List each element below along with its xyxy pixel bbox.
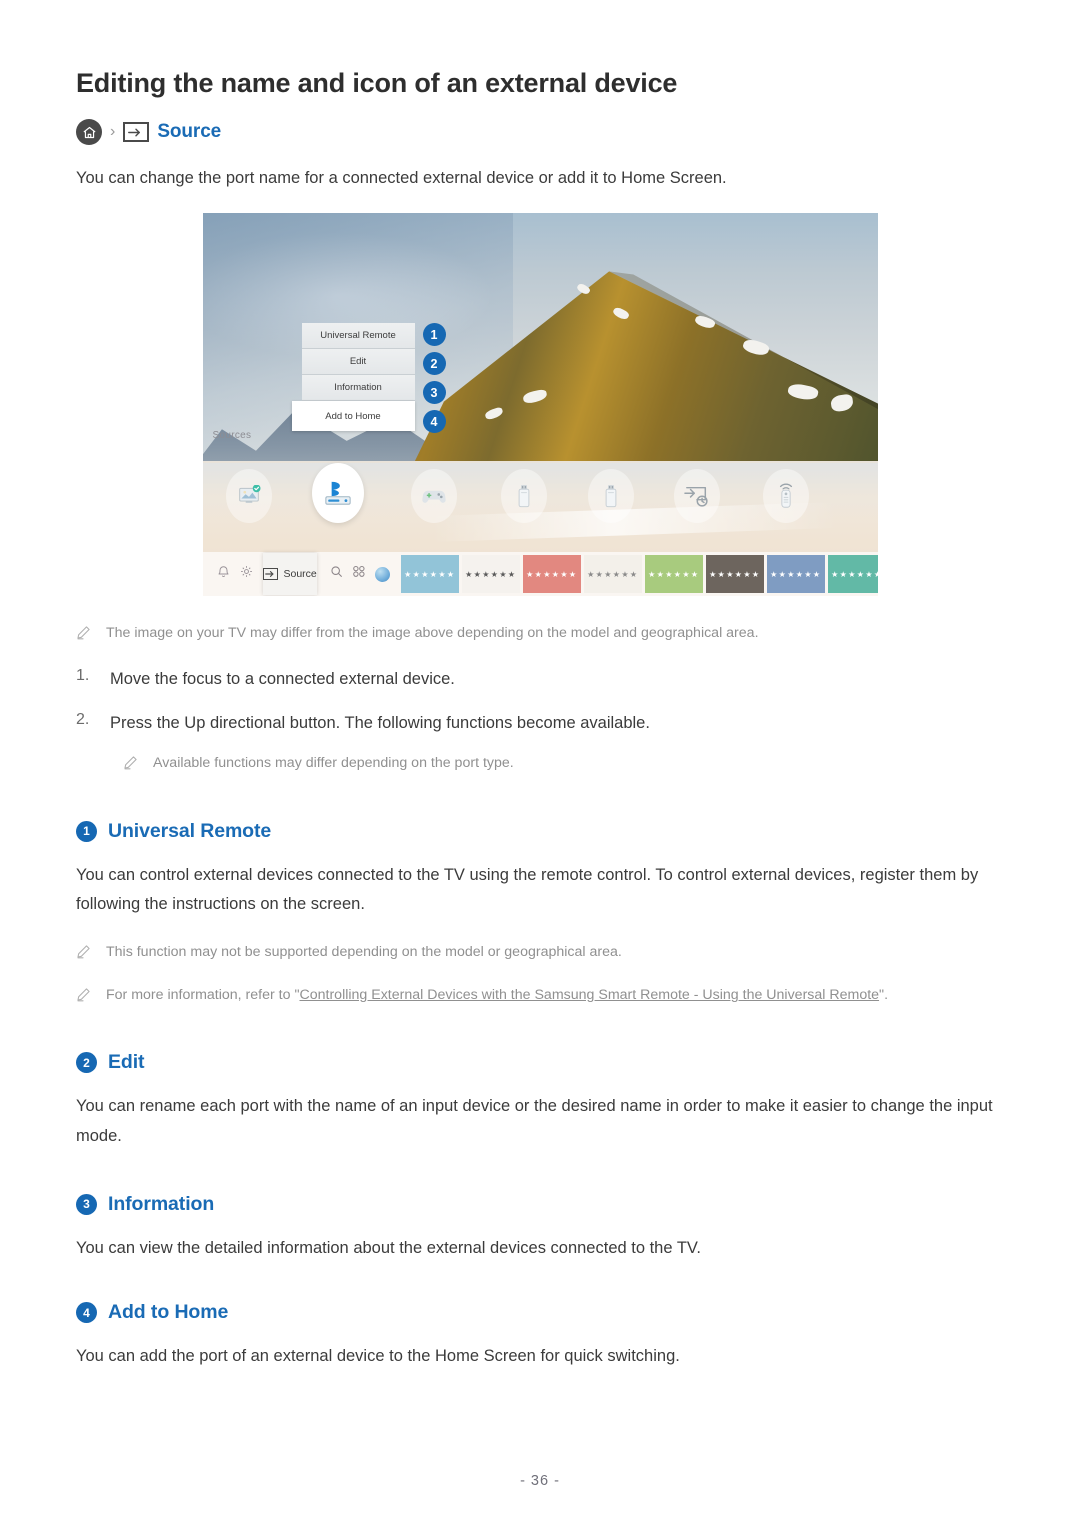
tv-callout-badge-3: 3	[422, 381, 446, 405]
breadcrumb-separator: ›	[110, 123, 116, 140]
section-heading-information: 3 Information	[76, 1193, 1004, 1216]
source-input-icon[interactable]	[123, 122, 150, 142]
tv-app-tile[interactable]: ★★★★★★	[400, 555, 459, 594]
step-number: 2.	[76, 710, 90, 728]
section-title: Information	[108, 1192, 215, 1215]
section-badge: 4	[76, 1302, 97, 1324]
tv-app-tile[interactable]: ★★★★★★	[705, 555, 764, 594]
tv-app-tiles: ★★★★★★ ★★★★★★ ★★★★★★ ★★★★★★ ★★★★★★ ★★★★★…	[400, 555, 878, 594]
section-body-edit: You can rename each port with the name o…	[76, 1097, 993, 1145]
pencil-icon	[76, 941, 93, 964]
tv-source-button[interactable]: Source	[262, 553, 317, 596]
note-more-info: For more information, refer to "Controll…	[76, 984, 1004, 1007]
tv-app-tile[interactable]: ★★★★★★	[583, 555, 642, 594]
tv-app-tile[interactable]: ★★★★★★	[827, 555, 878, 594]
tv-callout-badge-4: 4	[422, 410, 446, 434]
tv-bottom-bar: Source ★★★★★★ ★★★★★★ ★★★★★★ ★★★★★★ ★★★★★…	[202, 552, 878, 597]
step-text: Press the Up directional button. The fol…	[110, 713, 650, 732]
tv-monitor-icon[interactable]	[225, 469, 272, 524]
tv-status-icons	[203, 565, 253, 584]
note-prefix: For more information, refer to "	[106, 987, 300, 1004]
step-item: 1. Move the focus to a connected externa…	[76, 667, 1004, 693]
bluray-player-icon[interactable]	[311, 463, 364, 524]
tv-callout-badge-2: 2	[422, 352, 446, 376]
section-badge: 2	[76, 1052, 97, 1074]
document-page: Editing the name and icon of an external…	[0, 0, 1080, 1527]
section-heading-edit: 2 Edit	[76, 1051, 1004, 1074]
section-title: Add to Home	[108, 1301, 229, 1324]
apps-grid-icon[interactable]	[352, 565, 366, 583]
note-text: Available functions may differ depending…	[153, 754, 514, 771]
screen-mirroring-icon[interactable]	[673, 469, 720, 524]
note-text: This function may not be supported depen…	[106, 944, 622, 961]
tv-sources-label: Sources	[212, 430, 252, 442]
breadcrumb: › Source	[76, 118, 1004, 146]
search-icon[interactable]	[330, 565, 343, 583]
intro-paragraph: You can change the port name for a conne…	[76, 169, 727, 187]
home-icon[interactable]	[76, 119, 102, 145]
usb-drive-icon-2[interactable]	[587, 469, 634, 524]
tv-app-tile[interactable]: ★★★★★★	[522, 555, 581, 594]
step-item: 2. Press the Up directional button. The …	[76, 711, 1004, 737]
tv-screenshot-figure: Sources Universal Remote Edit Informatio…	[202, 213, 878, 597]
tv-callout-badge-1: 1	[422, 323, 446, 347]
usb-drive-icon[interactable]	[500, 469, 547, 524]
tv-app-tile[interactable]: ★★★★★★	[461, 555, 520, 594]
tv-source-device-row	[203, 459, 878, 531]
step-text: Move the focus to a connected external d…	[110, 670, 455, 689]
note-text: The image on your TV may differ from the…	[106, 625, 759, 642]
tv-context-menu: Universal Remote Edit Information Add to…	[291, 323, 415, 432]
note-text-more-info: For more information, refer to "Controll…	[106, 984, 888, 1007]
tv-callout-badges: 1 2 3 4	[422, 323, 446, 439]
note-suffix: ".	[879, 987, 889, 1004]
section-body-universal-remote: You can control external devices connect…	[76, 865, 979, 913]
tv-source-button-label: Source	[283, 568, 317, 581]
tv-app-tile[interactable]: ★★★★★★	[644, 555, 703, 594]
tv-menu-item-add-to-home[interactable]: Add to Home	[291, 401, 415, 432]
steps-list: 1. Move the focus to a connected externa…	[76, 667, 1004, 736]
breadcrumb-label[interactable]: Source	[157, 121, 221, 143]
browser-orb-icon[interactable]	[374, 566, 390, 582]
tv-menu-item-information[interactable]: Information	[301, 375, 415, 402]
section-title: Universal Remote	[108, 819, 272, 842]
bell-icon[interactable]	[217, 565, 230, 584]
section-badge: 1	[76, 820, 97, 842]
pencil-icon	[76, 622, 93, 645]
section-heading-universal-remote: 1 Universal Remote	[76, 820, 1004, 843]
page-title: Editing the name and icon of an external…	[76, 68, 678, 98]
pencil-icon	[123, 752, 140, 775]
note-not-supported: This function may not be supported depen…	[76, 941, 1004, 964]
tv-menu-item-universal-remote[interactable]: Universal Remote	[301, 323, 415, 350]
pencil-icon	[76, 984, 93, 1007]
note-port-type: Available functions may differ depending…	[123, 752, 1004, 775]
page-number: - 36 -	[520, 1473, 560, 1489]
source-input-icon	[262, 568, 278, 581]
section-body-add-to-home: You can add the port of an external devi…	[76, 1347, 680, 1366]
section-title: Edit	[108, 1051, 145, 1074]
tv-quick-icons	[317, 565, 390, 583]
gear-icon[interactable]	[240, 565, 253, 583]
step-number: 1.	[76, 667, 90, 685]
section-body-information: You can view the detailed information ab…	[76, 1238, 701, 1257]
cross-reference-link[interactable]: Controlling External Devices with the Sa…	[299, 987, 879, 1003]
game-controller-icon[interactable]	[410, 469, 457, 524]
section-heading-add-to-home: 4 Add to Home	[76, 1301, 1004, 1324]
remote-control-icon[interactable]	[762, 469, 809, 524]
tv-app-tile[interactable]: ★★★★★★	[766, 555, 825, 594]
note-image-differ: The image on your TV may differ from the…	[76, 622, 1004, 645]
tv-menu-item-edit[interactable]: Edit	[301, 349, 415, 376]
section-badge: 3	[76, 1193, 97, 1215]
